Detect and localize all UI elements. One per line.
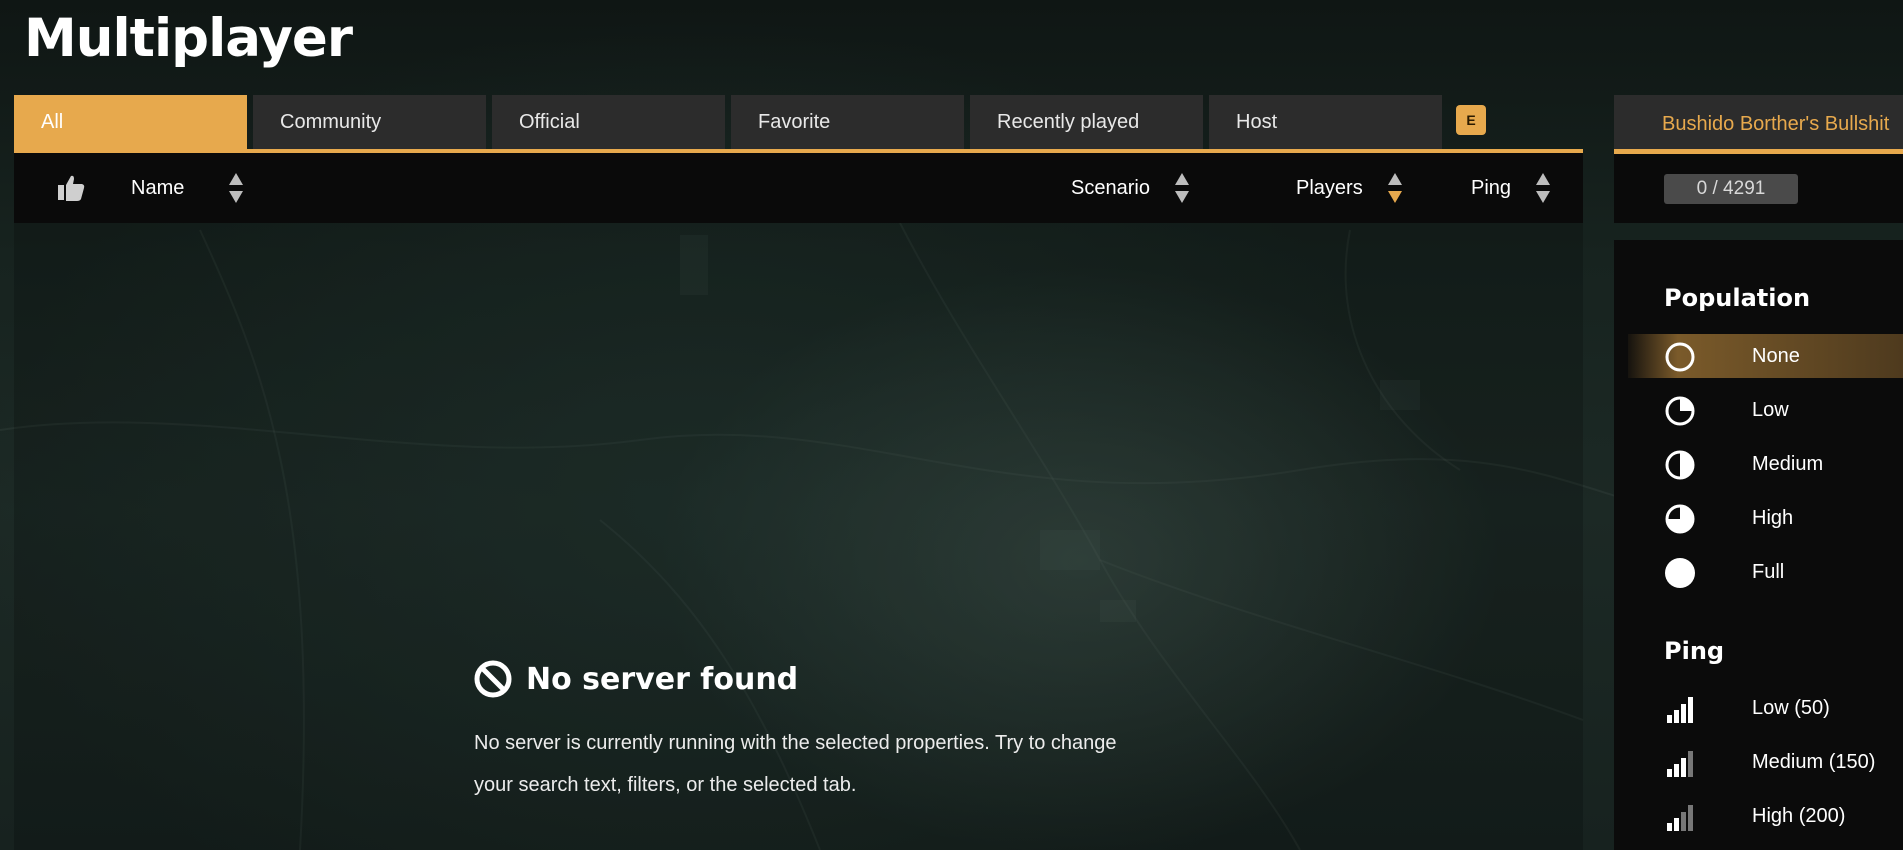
- name-column-label: Name: [131, 176, 185, 199]
- scenario-column-label: Scenario: [1071, 176, 1150, 199]
- tab-official[interactable]: Official: [492, 95, 725, 149]
- next-tab-key-hint: E: [1456, 105, 1486, 135]
- tab-community[interactable]: Community: [253, 95, 486, 149]
- empty-state-title: No server found: [526, 661, 799, 697]
- tab-label: Recently played: [997, 110, 1140, 133]
- tab-label: Favorite: [758, 110, 831, 133]
- population-filter-label: Full: [1752, 560, 1785, 583]
- empty-state: No server found No server is currently r…: [474, 660, 1154, 806]
- players-column-header[interactable]: Players: [1296, 153, 1403, 223]
- population-filter-low[interactable]: Low: [1628, 388, 1903, 432]
- server-count-bar: 0 / 4291: [1614, 154, 1903, 223]
- population-heading: Population: [1664, 284, 1811, 312]
- population-filter-label: High: [1752, 506, 1794, 529]
- population-low-icon: [1665, 396, 1695, 426]
- server-count: 0 / 4291: [1664, 174, 1798, 204]
- players-column-label: Players: [1296, 176, 1363, 199]
- population-none-icon: [1665, 342, 1695, 372]
- ping-filter-low[interactable]: Low (50): [1628, 686, 1903, 730]
- signal-bars-icon: [1667, 751, 1693, 777]
- empty-state-heading: No server found: [474, 660, 1154, 698]
- ping-filter-label: Low (50): [1752, 696, 1830, 719]
- ping-filter-label: Medium (150): [1752, 750, 1876, 773]
- name-column-header[interactable]: Name: [131, 153, 244, 223]
- population-medium-icon: [1665, 450, 1695, 480]
- scenario-column-header[interactable]: Scenario: [1071, 153, 1190, 223]
- selected-server-name: Bushido Borther's Bullshit: [1662, 112, 1890, 135]
- thumbs-up-icon: [58, 175, 85, 201]
- population-full-icon: [1665, 558, 1695, 588]
- population-filter-label: Medium: [1752, 452, 1824, 475]
- ping-filter-label: High (200): [1752, 804, 1846, 827]
- page-title: Multiplayer: [24, 8, 353, 69]
- empty-state-message: No server is currently running with the …: [474, 732, 1117, 796]
- ping-column-header[interactable]: Ping: [1471, 153, 1551, 223]
- no-entry-icon: [474, 660, 512, 698]
- tab-label: Official: [519, 110, 580, 133]
- population-filter-label: None: [1752, 344, 1800, 367]
- tab-all[interactable]: All: [14, 95, 247, 149]
- sort-arrows-icon: [1536, 173, 1551, 203]
- sort-arrows-icon: [1174, 173, 1189, 203]
- population-filter-medium[interactable]: Medium: [1628, 442, 1903, 486]
- ping-heading: Ping: [1664, 637, 1725, 665]
- ping-filter-high[interactable]: High (200): [1628, 794, 1903, 838]
- favorite-column-button[interactable]: [56, 153, 86, 223]
- population-filter-full[interactable]: Full: [1628, 550, 1903, 594]
- tab-recently-played[interactable]: Recently played: [970, 95, 1203, 149]
- ping-column-label: Ping: [1471, 176, 1512, 199]
- tab-label: Community: [280, 110, 382, 133]
- signal-bars-icon: [1667, 805, 1693, 831]
- tab-host[interactable]: Host: [1209, 95, 1442, 149]
- filter-panel: Population None Low Medium High Full Pin: [1614, 240, 1903, 850]
- selected-server-tab[interactable]: Bushido Borther's Bullshit: [1614, 95, 1903, 153]
- signal-bars-icon: [1667, 697, 1693, 723]
- tab-label: Host: [1236, 110, 1278, 133]
- tab-label: All: [41, 110, 64, 133]
- tab-favorite[interactable]: Favorite: [731, 95, 964, 149]
- population-filter-label: Low: [1752, 398, 1789, 421]
- server-tabs: All Community Official Favorite Recently…: [14, 95, 1583, 154]
- sort-arrows-icon: [229, 173, 244, 203]
- ping-filter-medium[interactable]: Medium (150): [1628, 740, 1903, 784]
- population-filter-none[interactable]: None: [1628, 334, 1903, 378]
- server-list-header: Name Scenario Players Ping: [14, 153, 1583, 223]
- population-high-icon: [1665, 504, 1695, 534]
- population-filter-high[interactable]: High: [1628, 496, 1903, 540]
- sort-descending-icon: [1387, 173, 1402, 203]
